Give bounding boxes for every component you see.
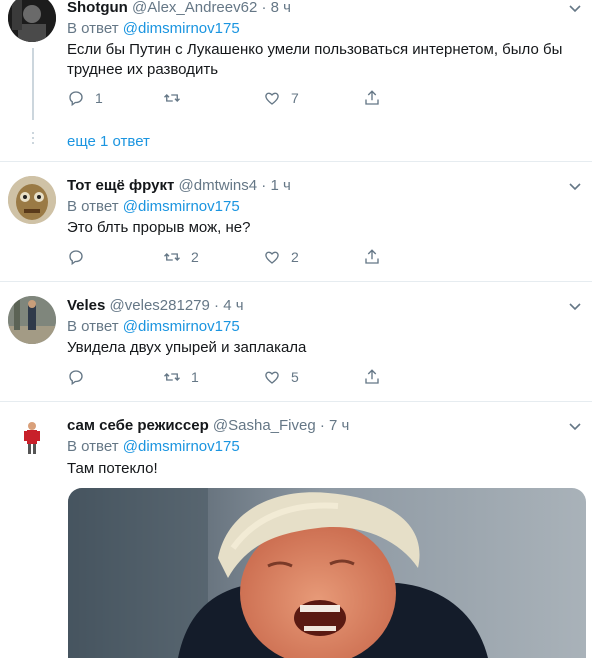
reply-prefix: В ответ (67, 198, 119, 215)
like-button[interactable]: 7 (263, 88, 299, 108)
reply-prefix: В ответ (67, 318, 119, 335)
reply-context: В ответ @dimsmirnov175 (67, 197, 240, 217)
show-more-replies-link[interactable]: еще 1 ответ (67, 133, 150, 150)
avatar[interactable] (8, 176, 56, 224)
retweet-icon (164, 94, 180, 102)
user-handle[interactable]: @dmtwins4 (179, 177, 258, 194)
reply-button[interactable]: 1 (67, 88, 103, 108)
avatar[interactable] (8, 0, 56, 42)
separator: · (261, 177, 267, 194)
reply-icon (69, 370, 83, 386)
tweet-header: сам себе режиссер @Sasha_Fiveg · 7 ч (67, 416, 349, 436)
user-handle[interactable]: @veles281279 (110, 297, 210, 314)
thread-dots (32, 132, 34, 134)
share-icon (365, 369, 379, 384)
chevron-down-icon[interactable] (568, 2, 582, 16)
tweet-text: Если бы Путин с Лукашенко умели пользова… (67, 41, 563, 78)
tweet-text: Это блть прорыв мож, не? (67, 219, 251, 236)
like-button[interactable]: 2 (263, 247, 299, 267)
tweet-header: Veles @veles281279 · 4 ч (67, 296, 244, 316)
chevron-down-icon[interactable] (568, 300, 582, 314)
mention-link[interactable]: @dimsmirnov175 (123, 318, 240, 335)
tweet-1[interactable]: Shotgun @Alex_Andreev62 · 8 ч В ответ @d… (0, 0, 592, 160)
tweet-text: Там потекло! (67, 460, 158, 477)
display-name[interactable]: сам себе режиссер (67, 417, 209, 434)
like-count: 5 (291, 369, 299, 385)
share-button[interactable] (363, 247, 381, 267)
display-name[interactable]: Shotgun (67, 0, 128, 16)
heart-icon (265, 251, 279, 264)
tweet-actions: 1 7 (67, 88, 387, 108)
tweet-header: Тот ещё фрукт @dmtwins4 · 1 ч (67, 176, 291, 196)
display-name[interactable]: Veles (67, 297, 105, 314)
reply-icon (69, 250, 83, 266)
share-button[interactable] (363, 367, 381, 387)
retweet-button[interactable]: 1 (163, 367, 199, 387)
reply-prefix: В ответ (67, 438, 119, 455)
reply-count: 1 (95, 90, 103, 106)
thread-line (32, 48, 34, 120)
reply-context: В ответ @dimsmirnov175 (67, 317, 240, 337)
user-handle[interactable]: @Sasha_Fiveg (213, 417, 316, 434)
chevron-down-icon[interactable] (568, 420, 582, 434)
display-name[interactable]: Тот ещё фрукт (67, 177, 174, 194)
tweet-actions: 1 5 (67, 367, 387, 387)
timestamp[interactable]: 8 ч (271, 0, 291, 16)
retweet-button[interactable] (163, 88, 191, 108)
reply-button[interactable] (67, 247, 95, 267)
chevron-down-icon[interactable] (568, 180, 582, 194)
timestamp[interactable]: 4 ч (223, 297, 243, 314)
like-count: 2 (291, 249, 299, 265)
like-count: 7 (291, 90, 299, 106)
thread-dots (32, 142, 34, 144)
timestamp[interactable]: 7 ч (329, 417, 349, 434)
mention-link[interactable]: @dimsmirnov175 (123, 20, 240, 37)
tweet-2[interactable]: Тот ещё фрукт @dmtwins4 · 1 ч В ответ @d… (0, 162, 592, 280)
reply-prefix: В ответ (67, 20, 119, 37)
retweet-count: 2 (191, 249, 199, 265)
tweet-3[interactable]: Veles @veles281279 · 4 ч В ответ @dimsmi… (0, 282, 592, 400)
reply-context: В ответ @dimsmirnov175 (67, 19, 240, 39)
heart-icon (265, 371, 279, 384)
user-handle[interactable]: @Alex_Andreev62 (132, 0, 257, 16)
like-button[interactable]: 5 (263, 367, 299, 387)
retweet-count: 1 (191, 369, 199, 385)
share-icon (365, 249, 379, 264)
heart-icon (265, 92, 279, 105)
avatar[interactable] (8, 416, 56, 464)
photo (68, 488, 586, 658)
thread-dots (32, 137, 34, 139)
retweet-icon (164, 373, 180, 381)
avatar[interactable] (8, 296, 56, 344)
share-icon (365, 90, 379, 105)
separator: · (214, 297, 220, 314)
reply-icon (69, 91, 83, 107)
retweet-button[interactable]: 2 (163, 247, 199, 267)
mention-link[interactable]: @dimsmirnov175 (123, 198, 240, 215)
mention-link[interactable]: @dimsmirnov175 (123, 438, 240, 455)
separator: · (261, 0, 267, 16)
reply-button[interactable] (67, 367, 95, 387)
tweet-actions: 2 2 (67, 247, 387, 267)
tweet-media-image[interactable] (68, 488, 586, 658)
retweet-icon (164, 253, 180, 261)
share-button[interactable] (363, 88, 381, 108)
separator: · (319, 417, 325, 434)
reply-context: В ответ @dimsmirnov175 (67, 437, 240, 457)
tweet-text: Увидела двух упырей и заплакала (67, 339, 307, 356)
timestamp[interactable]: 1 ч (270, 177, 290, 194)
tweet-header: Shotgun @Alex_Andreev62 · 8 ч (67, 0, 291, 18)
